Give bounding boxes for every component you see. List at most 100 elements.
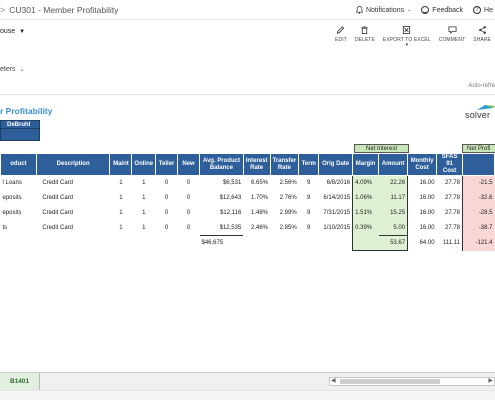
col-header-orig-date[interactable]: Orig Date xyxy=(318,153,354,176)
cell-teller[interactable]: 0 xyxy=(156,206,178,221)
cell-net-profit[interactable]: -28.5 xyxy=(462,205,495,221)
member-info-cell[interactable] xyxy=(0,129,40,141)
col-header-margin[interactable]: Margin xyxy=(352,153,380,176)
cell-orig-date[interactable]: 1/10/2015 xyxy=(319,221,353,236)
sheet-tab-b1401[interactable]: B1401 xyxy=(0,373,40,390)
cell-term[interactable]: 9 xyxy=(299,176,319,191)
cell-transfer-rate[interactable]: 2.85% xyxy=(270,221,299,236)
cell-orig-date[interactable]: 7/31/2015 xyxy=(319,206,353,221)
cell-net-profit[interactable]: -38.7 xyxy=(462,220,495,236)
col-header-avg-balance[interactable]: Avg. Product Balance xyxy=(199,153,244,176)
scrollbar-thumb[interactable] xyxy=(340,379,440,384)
col-header-amount[interactable]: Amount xyxy=(378,153,409,176)
cell-online[interactable]: 1 xyxy=(132,191,156,206)
cell-transfer-rate[interactable]: 2.76% xyxy=(270,191,299,206)
col-header-product[interactable]: oduct xyxy=(0,153,37,176)
cell-maint[interactable]: 1 xyxy=(110,206,132,221)
cell-margin[interactable]: 1.06% xyxy=(352,190,379,206)
cell-online[interactable]: 1 xyxy=(132,221,156,236)
cell-term[interactable]: 9 xyxy=(299,206,319,221)
col-header-interest-rate[interactable]: Interest Rate xyxy=(242,153,271,176)
comment-button[interactable]: COMMENT xyxy=(435,25,470,48)
cell-monthly-cost[interactable]: 16.00 xyxy=(408,206,437,221)
cell-monthly-cost[interactable]: 16.00 xyxy=(408,176,437,191)
col-header-monthly-cost[interactable]: Monthly Cost xyxy=(407,153,438,176)
cell-interest-rate[interactable]: 6.65% xyxy=(243,176,270,191)
col-header-online[interactable]: Online xyxy=(131,153,157,176)
cell-interest-rate[interactable]: 1.48% xyxy=(243,206,270,221)
cell-sfas-cost[interactable]: 27.78 xyxy=(437,176,463,191)
cell-teller[interactable]: 0 xyxy=(156,221,178,236)
total-balance[interactable]: $46,675 xyxy=(199,235,244,251)
help-button[interactable]: ? He xyxy=(473,6,493,14)
cell-teller[interactable]: 0 xyxy=(156,176,178,191)
cell-sfas-cost[interactable]: 27.78 xyxy=(437,191,463,206)
cell-new[interactable]: 0 xyxy=(178,191,200,206)
cell-product[interactable]: l Loans xyxy=(1,176,37,191)
export-to-excel-button[interactable]: EXPORT TO EXCEL ▾ xyxy=(379,25,435,48)
auto-refresh-toggle[interactable]: Auto-refre xyxy=(468,83,495,89)
cell-new[interactable]: 0 xyxy=(178,176,200,191)
cell-margin[interactable]: 4.09% xyxy=(352,175,379,191)
col-header-description[interactable]: Description xyxy=(35,153,111,176)
edit-button[interactable]: EDIT xyxy=(331,25,351,48)
cell-orig-date[interactable]: 6/14/2015 xyxy=(319,191,353,206)
house-selector[interactable]: ouse ▼ xyxy=(0,28,25,35)
feedback-button[interactable]: Feedback xyxy=(421,6,463,14)
cell-monthly-cost[interactable]: 16.00 xyxy=(408,221,437,236)
member-name-cell[interactable]: DeBruhl xyxy=(0,120,40,129)
col-header-sfas-cost[interactable]: SFAS 91 Cost xyxy=(436,153,464,176)
share-button[interactable]: SHARE xyxy=(469,25,495,48)
cell-avg-balance[interactable]: $12,116 xyxy=(200,206,244,221)
cell-sfas-cost[interactable]: 27.78 xyxy=(437,206,463,221)
delete-button[interactable]: DELETE xyxy=(351,25,379,48)
notifications-button[interactable]: Notifications ⌄ xyxy=(355,6,411,14)
cell-description[interactable]: Credit Card xyxy=(36,191,110,206)
cell-description[interactable]: Credit Card xyxy=(36,221,110,236)
cell-amount[interactable]: 11.17 xyxy=(378,190,409,206)
cell-maint[interactable]: 1 xyxy=(110,176,132,191)
cell-interest-rate[interactable]: 1.70% xyxy=(243,191,270,206)
cell-amount[interactable]: 15.25 xyxy=(378,205,409,221)
cell-net-profit[interactable]: -21.5 xyxy=(462,175,495,191)
cell-sfas-cost[interactable]: 27.78 xyxy=(437,221,463,236)
cell-margin[interactable]: 0.39% xyxy=(352,220,379,236)
cell-maint[interactable]: 1 xyxy=(110,221,132,236)
cell-avg-balance[interactable]: $12,535 xyxy=(200,221,244,236)
cell-teller[interactable]: 0 xyxy=(156,191,178,206)
cell-description[interactable]: Credit Card xyxy=(36,206,110,221)
cell-monthly-cost[interactable]: 16.00 xyxy=(408,191,437,206)
cell-amount[interactable]: 22.26 xyxy=(378,175,409,191)
cell-margin[interactable]: 1.51% xyxy=(352,205,379,221)
cell-online[interactable]: 1 xyxy=(132,176,156,191)
cell-interest-rate[interactable]: 2.46% xyxy=(243,221,270,236)
cell-avg-balance[interactable]: $6,531 xyxy=(200,176,244,191)
cell-new[interactable]: 0 xyxy=(178,221,200,236)
col-header-transfer-rate[interactable]: Transfer Rate xyxy=(269,153,300,176)
cell-transfer-rate[interactable]: 2.99% xyxy=(270,206,299,221)
cell-orig-date[interactable]: 6/8/2016 xyxy=(319,176,353,191)
total-net-profit[interactable]: -121.4 xyxy=(462,235,495,251)
scroll-right-icon[interactable]: ▶ xyxy=(488,378,493,385)
cell-product[interactable]: eposits xyxy=(1,206,37,221)
parameters-toggle[interactable]: eters ⌄ xyxy=(0,66,25,73)
cell-product[interactable]: ts xyxy=(1,221,37,236)
cell-net-profit[interactable]: -32.6 xyxy=(462,190,495,206)
cell-amount[interactable]: 5.00 xyxy=(378,220,409,236)
col-header-maint[interactable]: Maint xyxy=(109,153,133,176)
horizontal-scrollbar[interactable]: ◀ ▶ xyxy=(329,377,495,386)
cell-new[interactable]: 0 xyxy=(178,206,200,221)
scroll-left-icon[interactable]: ◀ xyxy=(331,378,336,385)
total-amount[interactable]: 53.67 xyxy=(378,235,409,251)
col-header-net-profit[interactable] xyxy=(462,153,495,176)
cell-term[interactable]: 9 xyxy=(299,191,319,206)
cell-maint[interactable]: 1 xyxy=(110,191,132,206)
cell-online[interactable]: 1 xyxy=(132,206,156,221)
cell-avg-balance[interactable]: $12,643 xyxy=(200,191,244,206)
cell-transfer-rate[interactable]: 2.56% xyxy=(270,176,299,191)
total-monthly-cost[interactable]: 64.00 xyxy=(408,236,437,251)
cell-product[interactable]: eposits xyxy=(1,191,37,206)
col-header-teller[interactable]: Teller xyxy=(155,153,179,176)
cell-description[interactable]: Credit Card xyxy=(36,176,110,191)
cell-term[interactable]: 9 xyxy=(299,221,319,236)
